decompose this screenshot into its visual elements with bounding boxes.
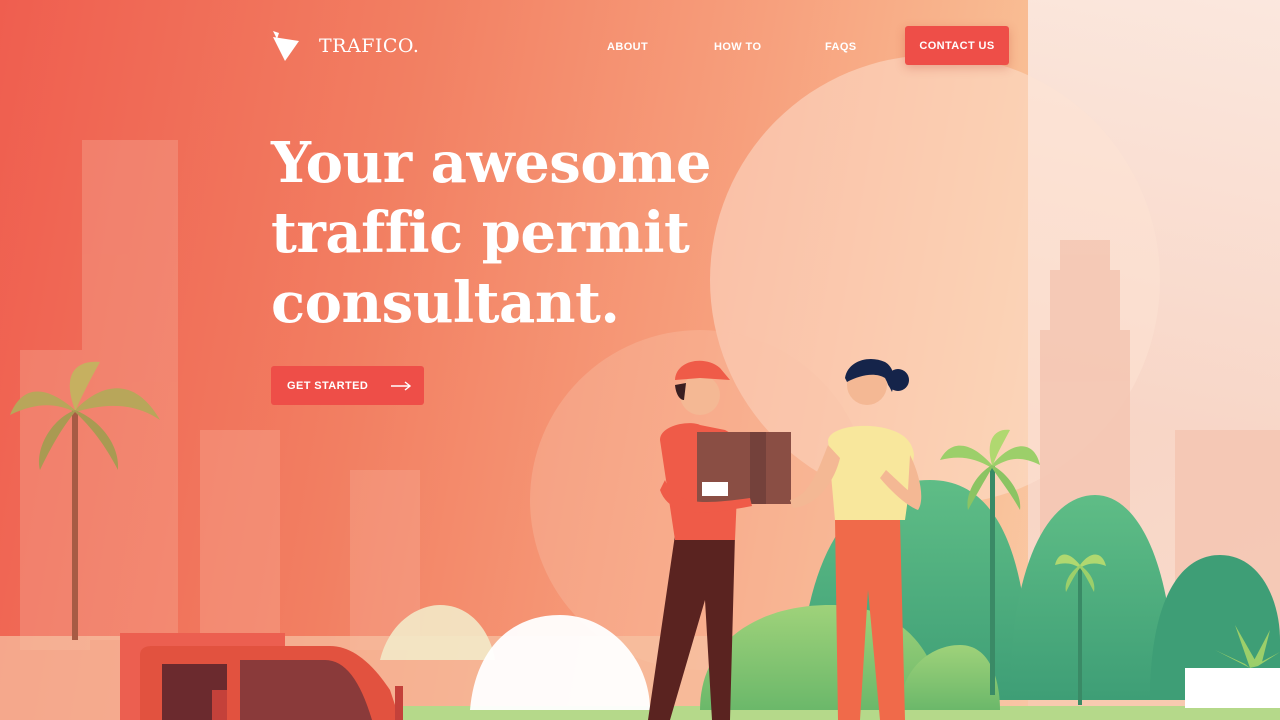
headline-line: consultant.	[271, 270, 620, 336]
get-started-button[interactable]: GET STARTED	[271, 366, 424, 405]
arrow-right-icon	[391, 380, 412, 391]
green-hill	[1010, 495, 1175, 700]
hero-illustration	[0, 55, 1280, 720]
nav-item-about[interactable]: ABOUT	[607, 41, 648, 53]
headline-line: traffic permit	[271, 200, 690, 266]
hero-headline: Your awesome traffic permit consultant.	[271, 128, 751, 338]
nav-item-faqs[interactable]: FAQS	[825, 41, 857, 53]
brand-name: TRAFICO.	[319, 35, 420, 57]
contact-us-label: CONTACT US	[919, 39, 995, 52]
logo-mark-icon	[273, 31, 299, 61]
contact-us-button[interactable]: CONTACT US	[905, 26, 1009, 65]
landing-page: TRAFICO. ABOUT HOW TO FAQS CONTACT US Yo…	[0, 0, 1280, 720]
headline-line: Your awesome	[271, 130, 712, 196]
get-started-label: GET STARTED	[287, 379, 369, 392]
brand-logo[interactable]: TRAFICO.	[271, 31, 419, 61]
nav-item-how-to[interactable]: HOW TO	[714, 41, 761, 53]
